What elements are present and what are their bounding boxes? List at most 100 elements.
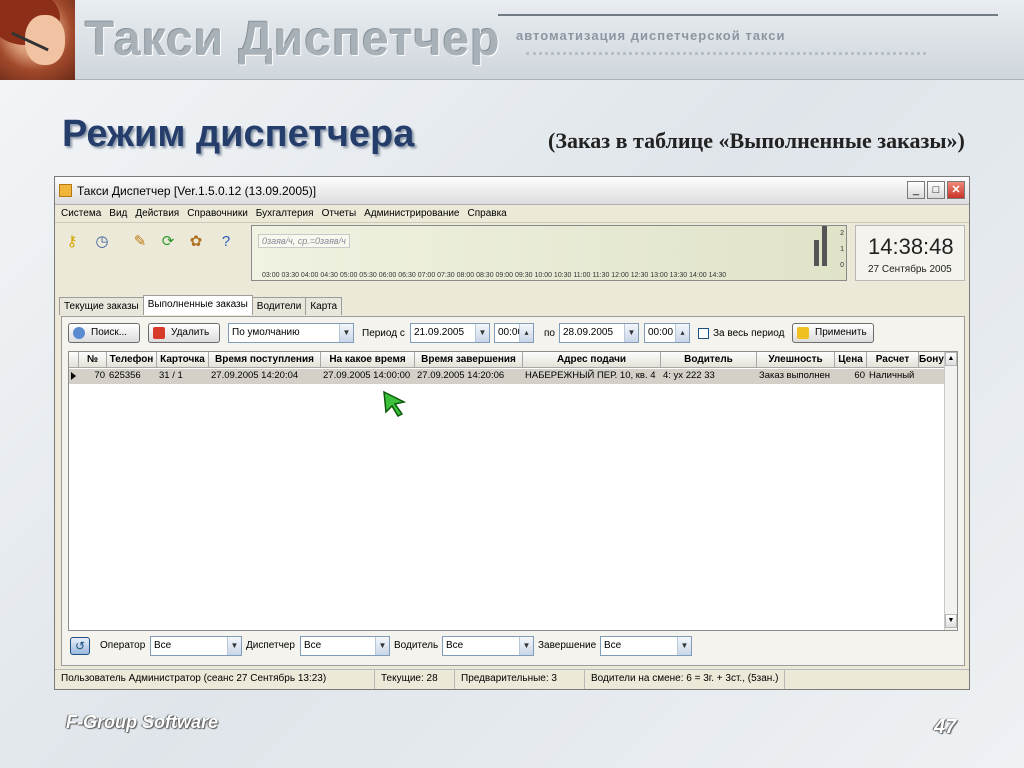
menu-item-directories[interactable]: Справочники	[187, 208, 248, 219]
chevron-down-icon[interactable]: ▼	[677, 637, 691, 655]
column-header[interactable]: Расчет	[867, 352, 919, 368]
help-icon[interactable]: ?	[215, 231, 237, 253]
status-preliminary: Предварительные: 3	[455, 670, 585, 689]
tab-current-orders[interactable]: Текущие заказы	[59, 297, 144, 315]
date-from-value: 21.09.2005	[414, 327, 465, 338]
maximize-button[interactable]: □	[927, 181, 945, 199]
orders-table: № Телефон Карточка Время поступления На …	[68, 351, 958, 631]
date-from-picker[interactable]: 21.09.2005 ▼	[410, 323, 490, 343]
menu-item-view[interactable]: Вид	[109, 208, 127, 219]
brand-title: Такси Диспетчер	[85, 13, 501, 66]
page-number: 47	[934, 716, 957, 738]
app-icon	[59, 184, 72, 197]
time-to-input[interactable]: 00:00 ▴	[644, 323, 690, 343]
window-title: Такси Диспетчер [Ver.1.5.0.12 (13.09.200…	[77, 184, 317, 198]
chevron-down-icon[interactable]: ▼	[339, 324, 353, 342]
delete-button[interactable]: Удалить	[148, 323, 220, 343]
column-header[interactable]: Улешность	[757, 352, 835, 368]
column-header[interactable]: Адрес подачи	[523, 352, 661, 368]
edit-icon[interactable]: ✎	[129, 231, 151, 253]
tab-completed-orders[interactable]: Выполненные заказы	[142, 295, 253, 315]
tab-drivers[interactable]: Водители	[251, 297, 307, 315]
menu-item-help[interactable]: Справка	[468, 208, 507, 219]
clock-date: 27 Сентябрь 2005	[868, 264, 952, 275]
status-current: Текущие: 28	[375, 670, 455, 689]
date-to-picker[interactable]: 28.09.2005 ▼	[559, 323, 639, 343]
key-icon[interactable]: ⚷	[61, 231, 83, 253]
table-row[interactable]: 70 625356 31 / 1 27.09.2005 14:20:04 27.…	[69, 369, 945, 384]
time-from-input[interactable]: 00:00 ▴	[494, 323, 534, 343]
graph-y-tick: 1	[840, 246, 844, 253]
scroll-up-icon[interactable]: ▲	[945, 352, 957, 366]
table-scrollbar[interactable]: ▲ ▼	[944, 352, 957, 630]
cell-card: 31 / 1	[159, 370, 183, 381]
column-header[interactable]: На какое время	[321, 352, 415, 368]
period-from-label: Период с	[362, 328, 405, 339]
column-header[interactable]: Время поступления	[209, 352, 321, 368]
tab-map[interactable]: Карта	[305, 297, 343, 315]
completion-label: Завершение	[538, 640, 597, 651]
whole-period-checkbox[interactable]	[698, 328, 709, 339]
lightning-icon	[797, 327, 809, 339]
toolbar-area: ⚷ ◷ ✎ ⟳ ✿ ? 0заяв/ч, ср.=0заяв/ч 03:00 0…	[55, 223, 969, 287]
column-header[interactable]: №	[79, 352, 107, 368]
bottom-filter-bar: ↺ Оператор Все ▼ Диспетчер Все ▼ Водител…	[68, 635, 958, 657]
close-button[interactable]: ✕	[947, 181, 965, 199]
chevron-down-icon[interactable]: ▼	[375, 637, 389, 655]
cell-received-time: 27.09.2005 14:20:04	[211, 370, 299, 381]
apply-button[interactable]: Применить	[792, 323, 874, 343]
cell-number: 70	[94, 370, 105, 381]
cell-status: Заказ выполнен	[759, 370, 830, 381]
window-titlebar[interactable]: Такси Диспетчер [Ver.1.5.0.12 (13.09.200…	[55, 177, 969, 205]
column-header[interactable]: Водитель	[661, 352, 757, 368]
column-header[interactable]: Цена	[835, 352, 867, 368]
slide-title: Режим диспетчера	[62, 113, 415, 155]
menu-item-reports[interactable]: Отчеты	[322, 208, 357, 219]
menu-bar: Система Вид Действия Справочники Бухгалт…	[55, 205, 969, 223]
dispatcher-select[interactable]: Все ▼	[300, 636, 390, 656]
menu-item-administration[interactable]: Администрирование	[364, 208, 459, 219]
graph-y-tick: 0	[840, 262, 844, 269]
users-icon[interactable]: ✿	[185, 231, 207, 253]
spinner-icon[interactable]: ▴	[519, 324, 533, 342]
sort-select[interactable]: По умолчанию ▼	[228, 323, 354, 343]
driver-label: Водитель	[394, 640, 439, 651]
clock-icon[interactable]: ◷	[91, 231, 113, 253]
cell-driver: 4: ух 222 33	[663, 370, 715, 381]
cell-bonus	[919, 369, 945, 384]
column-header[interactable]: Время завершения	[415, 352, 523, 368]
graph-time-ticks: 03:00 03:30 04:00 04:30 05:00 05:30 06:0…	[262, 272, 727, 279]
completion-select[interactable]: Все ▼	[600, 636, 692, 656]
delete-icon	[153, 327, 165, 339]
menu-item-accounting[interactable]: Бухгалтерия	[256, 208, 314, 219]
mouse-cursor-icon	[383, 390, 407, 417]
chevron-down-icon[interactable]: ▼	[475, 324, 489, 342]
driver-select-value: Все	[446, 640, 464, 651]
status-user: Пользователь Администратор (сеанс 27 Сен…	[55, 670, 375, 689]
apply-button-label: Применить	[815, 327, 867, 338]
app-window: Такси Диспетчер [Ver.1.5.0.12 (13.09.200…	[54, 176, 970, 690]
column-header[interactable]: Телефон	[107, 352, 157, 368]
menu-item-system[interactable]: Система	[61, 208, 101, 219]
driver-select[interactable]: Все ▼	[442, 636, 534, 656]
minimize-button[interactable]: _	[907, 181, 925, 199]
column-header[interactable]: Бонус	[919, 352, 945, 368]
menu-item-actions[interactable]: Действия	[135, 208, 179, 219]
spinner-icon[interactable]: ▴	[675, 324, 689, 342]
chevron-down-icon[interactable]: ▼	[624, 324, 638, 342]
row-indicator-header	[69, 352, 79, 368]
graph-y-tick: 2	[840, 230, 844, 237]
undo-icon[interactable]: ↺	[70, 637, 90, 655]
refresh-icon[interactable]: ⟳	[157, 231, 179, 253]
search-button[interactable]: Поиск...	[68, 323, 140, 343]
operator-avatar	[0, 0, 75, 80]
scroll-down-icon[interactable]: ▼	[945, 614, 957, 628]
operator-select[interactable]: Все ▼	[150, 636, 242, 656]
table-header: № Телефон Карточка Время поступления На …	[69, 352, 945, 368]
chevron-down-icon[interactable]: ▼	[227, 637, 241, 655]
dispatcher-label: Диспетчер	[246, 640, 295, 651]
chevron-down-icon[interactable]: ▼	[519, 637, 533, 655]
delete-button-label: Удалить	[171, 327, 210, 338]
clock-time: 14:38:48	[868, 234, 954, 259]
column-header[interactable]: Карточка	[157, 352, 209, 368]
